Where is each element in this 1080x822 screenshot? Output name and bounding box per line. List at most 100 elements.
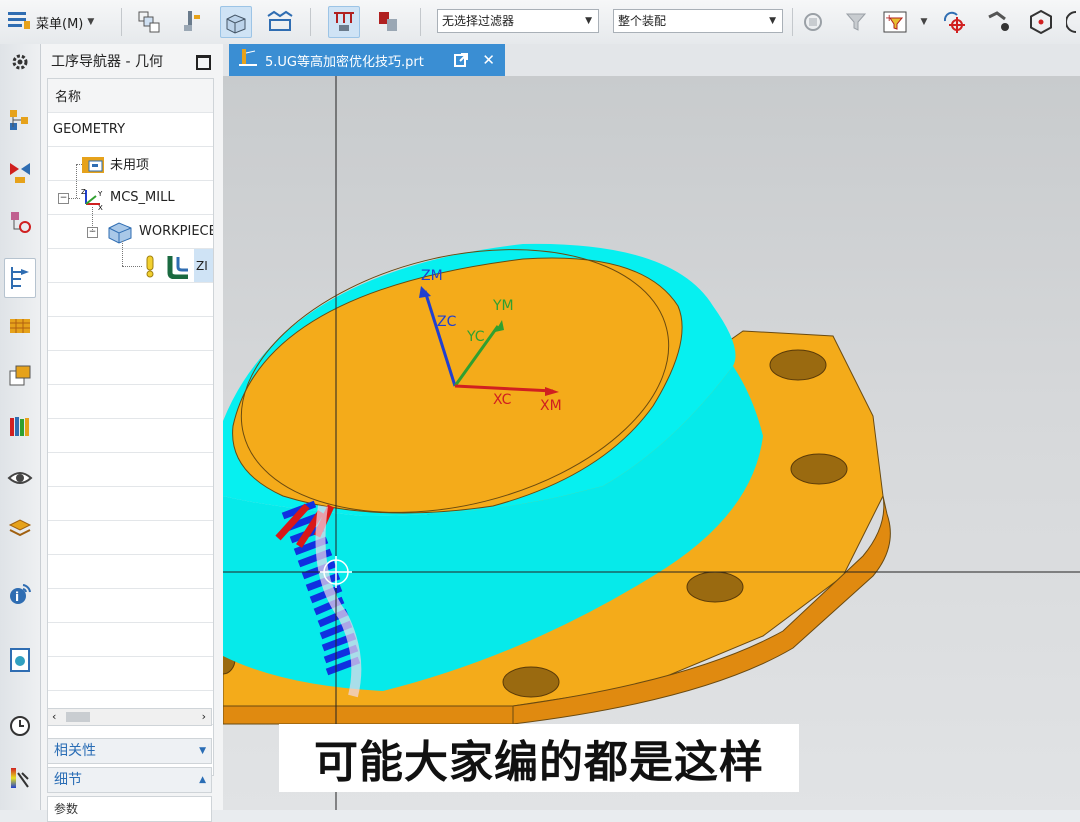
top-toolbar: 菜单(M) ▼ 无选择过滤器 ▼ 整个装配 ▼ + ▼ [0,0,1080,45]
assembly-scope-select[interactable]: 整个装配 ▼ [613,9,783,33]
resource-bar: i [0,44,41,810]
pop-out-icon[interactable] [453,52,469,72]
chevron-down-icon[interactable]: ▼ [918,6,930,38]
details-section[interactable]: 细节 ▲ [47,767,212,793]
part-navigator-icon [11,212,31,233]
tool-icon [184,11,200,31]
selection-filter-select[interactable]: 无选择过滤器 ▼ [437,9,599,33]
operation-navigator-panel: 工序导航器 - 几何 名称 GEOMETRY 未用项 − ZYX MCS_MIL… [41,44,224,822]
workpiece-icon [106,220,134,248]
create-program-button[interactable] [133,6,165,38]
toolbar-divider [420,8,421,36]
parts-filter-icon [804,13,822,31]
svg-text:i: i [15,590,19,604]
create-method-button[interactable] [264,6,296,38]
quick-pick-button[interactable] [982,6,1014,38]
horizontal-scrollbar[interactable]: ‹ › [47,708,212,726]
method-icon [267,10,293,31]
assembly-scope-value: 整个装配 [618,14,667,28]
document-tab[interactable]: 5.UG等高加密优化技巧.prt ✕ [229,44,505,76]
tree-connector [92,207,93,232]
web-browser-button[interactable]: i [4,578,36,610]
axis-label-xc: XC [493,392,512,408]
program-order-view-button[interactable] [328,6,360,38]
system-materials-button[interactable] [4,644,36,676]
process-studio-button[interactable] [4,512,36,544]
scroll-thumb[interactable] [66,712,90,722]
assembly-navigator-button[interactable] [4,104,36,136]
settings-button[interactable] [4,46,36,78]
axis-label-yc: YC [466,329,485,345]
reuse-library-button[interactable] [4,360,36,392]
machine-tool-view-button[interactable] [372,6,404,38]
constraint-navigator-button[interactable] [4,156,36,188]
svg-text:X: X [98,204,103,210]
details-label: 细节 [54,772,82,788]
roles-button[interactable] [4,762,36,794]
bolt-hole [686,571,744,603]
svg-text:Z: Z [81,188,86,196]
tree-row-geometry[interactable]: GEOMETRY [48,113,213,147]
operation-navigator-button[interactable] [4,258,36,298]
tree-item-label: WORKPIECE [139,224,213,239]
empty-row [48,487,213,521]
machine-navigator-icon [10,319,30,333]
tree-row-workpiece[interactable]: − WORKPIECE [48,215,213,249]
snap-point-button[interactable] [938,6,970,38]
roles-icon [11,768,29,788]
document-tab-bar: 5.UG等高加密优化技巧.prt ✕ [223,44,1080,77]
type-filter-button[interactable] [840,6,872,38]
visualization-button[interactable] [4,462,36,494]
document-tab-title: 5.UG等高加密优化技巧.prt [265,54,424,70]
machine-view-icon [379,12,397,31]
menu-icon [6,9,32,35]
create-geometry-button[interactable] [220,6,252,38]
video-caption: 可能大家编的都是这样 [279,724,799,792]
tree-item-label: MCS_MILL [110,190,175,205]
select-filter-button[interactable]: + [880,6,912,38]
history-palette-button[interactable] [4,410,36,442]
partial-tool-icon [1066,11,1077,33]
clock-icon [10,716,30,736]
relevance-section[interactable]: 相关性 ▼ [47,738,212,764]
params-column[interactable]: 参数 [47,796,212,822]
empty-row [48,623,213,657]
empty-row [48,589,213,623]
feature-point-button[interactable] [1025,6,1057,38]
empty-row [48,555,213,589]
assembly-navigator-icon [10,110,28,130]
tree-connector [122,241,123,266]
eye-icon [7,472,33,484]
bolt-hole [502,666,560,698]
warning-icon [144,254,156,282]
tree-item-label: 未用项 [110,158,150,173]
relevance-label: 相关性 [54,743,96,759]
menu-button[interactable]: 菜单(M) ▼ [6,6,114,38]
create-tool-button[interactable] [177,6,209,38]
tree-row-unused[interactable]: 未用项 [48,147,213,181]
scroll-right-icon[interactable]: › [202,710,206,723]
reuse-library-icon [9,365,31,386]
program-group-icon [138,11,160,33]
graphics-window[interactable]: ZM ZC YM YC XC XM [223,76,1080,810]
more-tools-button[interactable] [1066,6,1080,38]
maximize-icon[interactable] [196,55,211,70]
scroll-left-icon[interactable]: ‹ [52,710,56,723]
part-file-icon [237,47,259,73]
navigator-header: 工序导航器 - 几何 [41,44,223,78]
machine-navigator-button[interactable] [4,310,36,342]
layers-icon [8,519,32,537]
column-header-name[interactable]: 名称 [48,79,213,113]
part-navigator-button[interactable] [4,206,36,238]
tree-connector [76,164,77,198]
part-model: ZM ZC YM YC XC XM [223,76,1080,810]
chevron-down-icon: ▼ [199,746,206,756]
empty-row [48,657,213,691]
history-button[interactable] [4,710,36,742]
svg-text:+: + [885,13,893,24]
close-icon[interactable]: ✕ [482,51,495,69]
program-view-icon [334,12,354,31]
menu-label: 菜单(M) [36,16,84,32]
empty-row [48,453,213,487]
filter-parts-button[interactable] [798,6,830,38]
